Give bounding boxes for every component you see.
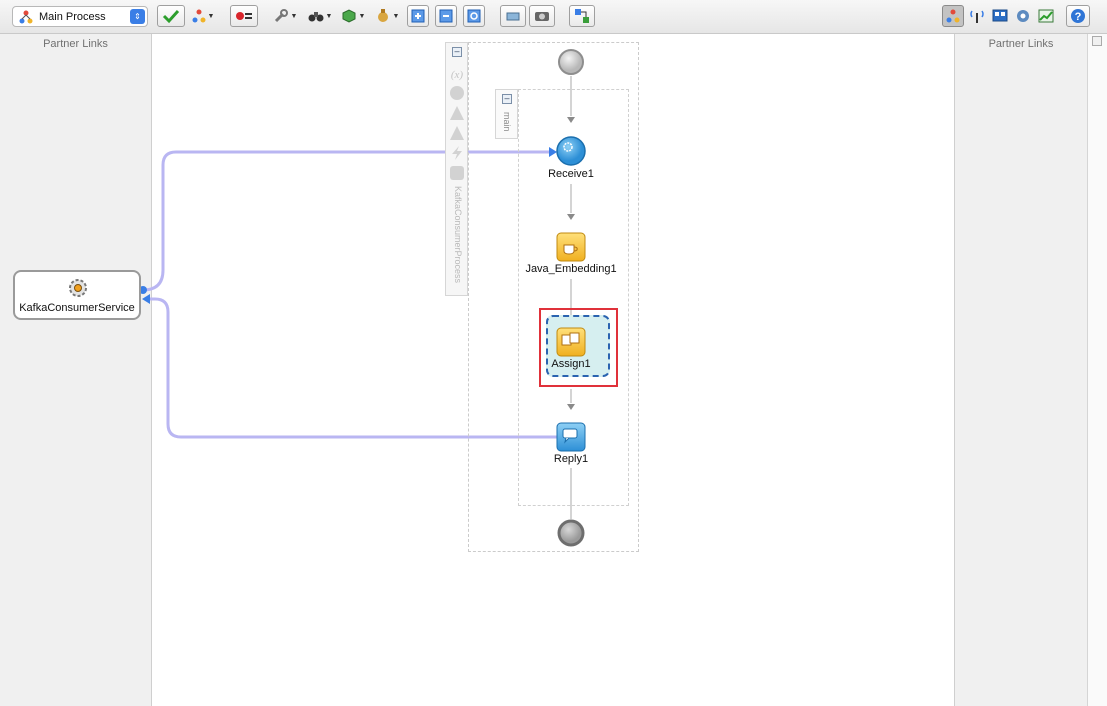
partner-link-kafka-consumer-service[interactable]: KafkaConsumerService [13,270,141,320]
help-button[interactable]: ? [1066,5,1090,27]
print-button[interactable] [500,5,526,27]
refresh-icon [467,9,481,23]
dropdown-arrow-icon: ▼ [392,12,400,20]
process-icon [19,10,33,23]
deploy-dropdown-button[interactable]: ▼ [338,5,368,27]
main-scope-label: main [502,112,512,132]
reply-activity-label: Reply1 [553,453,589,465]
gear-icon [69,279,87,297]
chart-icon [1038,9,1054,23]
process-select[interactable]: Main Process ⇕ [12,6,148,27]
hierarchy-icon [946,9,960,23]
monitor-icon [992,9,1008,22]
gear-badge-icon [1017,10,1029,22]
dropdown-arrow-icon: ▼ [325,12,333,20]
receive-activity-icon[interactable] [555,135,587,167]
assign-activity-label: Assign1 [551,358,591,370]
java-embedding-activity-label: Java_Embedding1 [525,263,617,275]
left-panel-title: Partner Links [43,38,108,50]
auto-layout-button[interactable] [569,5,595,27]
partner-link-name: KafkaConsumerService [19,302,135,314]
antenna-icon [970,10,984,23]
sensors-button[interactable] [966,5,988,27]
collapse-all-button[interactable] [435,5,457,27]
breakpoint-button[interactable] [230,5,258,27]
left-partner-links-panel: Partner Links [0,34,152,706]
collapse-main-scope-button[interactable]: – [502,94,512,104]
java-embedding-activity-icon[interactable] [556,232,586,262]
find-dropdown-button[interactable]: ▼ [305,5,335,27]
expand-icon [411,9,425,23]
binoculars-icon [308,12,324,22]
end-node[interactable] [557,519,585,547]
chevron-updown-icon: ⇕ [130,9,145,24]
collapse-process-button[interactable]: – [452,47,462,57]
right-panel-title: Partner Links [988,38,1054,50]
hierarchy-icon [192,9,206,23]
test-dropdown-button[interactable]: ▼ [372,5,402,27]
breakpoint-icon [236,12,252,20]
auto-layout-icon [575,9,589,23]
event-icon [452,146,462,160]
compensation-icon [450,166,464,180]
right-partner-links-panel: Partner Links [954,34,1087,706]
refresh-button[interactable] [463,5,485,27]
help-icon: ? [1071,9,1085,23]
warning-icon [450,106,464,120]
designer-view-button[interactable] [942,5,964,27]
assign-activity-icon[interactable] [556,327,586,357]
fault-icon [450,126,464,140]
dropdown-arrow-icon: ▼ [358,12,366,20]
dropdown-arrow-icon: ▼ [290,12,298,20]
flask-icon [377,9,388,22]
variables-icon: (x) [451,69,464,81]
vertical-scrollbar[interactable] [1087,34,1107,706]
tools-dropdown-button[interactable]: ▼ [270,5,300,27]
svg-text:?: ? [1075,11,1082,23]
start-node[interactable] [557,48,585,76]
validate-button[interactable] [157,5,185,27]
svg-text:(x): (x) [451,69,464,81]
receive-activity-label: Receive1 [548,168,594,180]
checkmark-icon [162,9,180,24]
process-name-label: KafkaConsumerProcess [453,186,463,284]
monitor-button[interactable] [989,5,1011,27]
toolbar: Main Process ⇕ ▼ ▼ ▼ ▼ ▼ ? [0,0,1107,34]
correlation-icon [450,86,464,100]
dropdown-arrow-icon: ▼ [207,12,215,20]
collapse-icon [439,9,453,23]
reply-activity-icon[interactable] [556,422,586,452]
wrench-icon [274,9,288,23]
scrollbar-thumb[interactable] [1092,36,1102,46]
analytics-button[interactable] [1012,5,1034,27]
expand-all-button[interactable] [407,5,429,27]
process-select-value: Main Process [39,10,106,23]
camera-button[interactable] [529,5,555,27]
camera-icon [535,12,549,21]
package-icon [342,9,356,23]
layout-dropdown-button[interactable]: ▼ [188,5,218,27]
print-icon [506,12,520,21]
chart-button[interactable] [1035,5,1057,27]
